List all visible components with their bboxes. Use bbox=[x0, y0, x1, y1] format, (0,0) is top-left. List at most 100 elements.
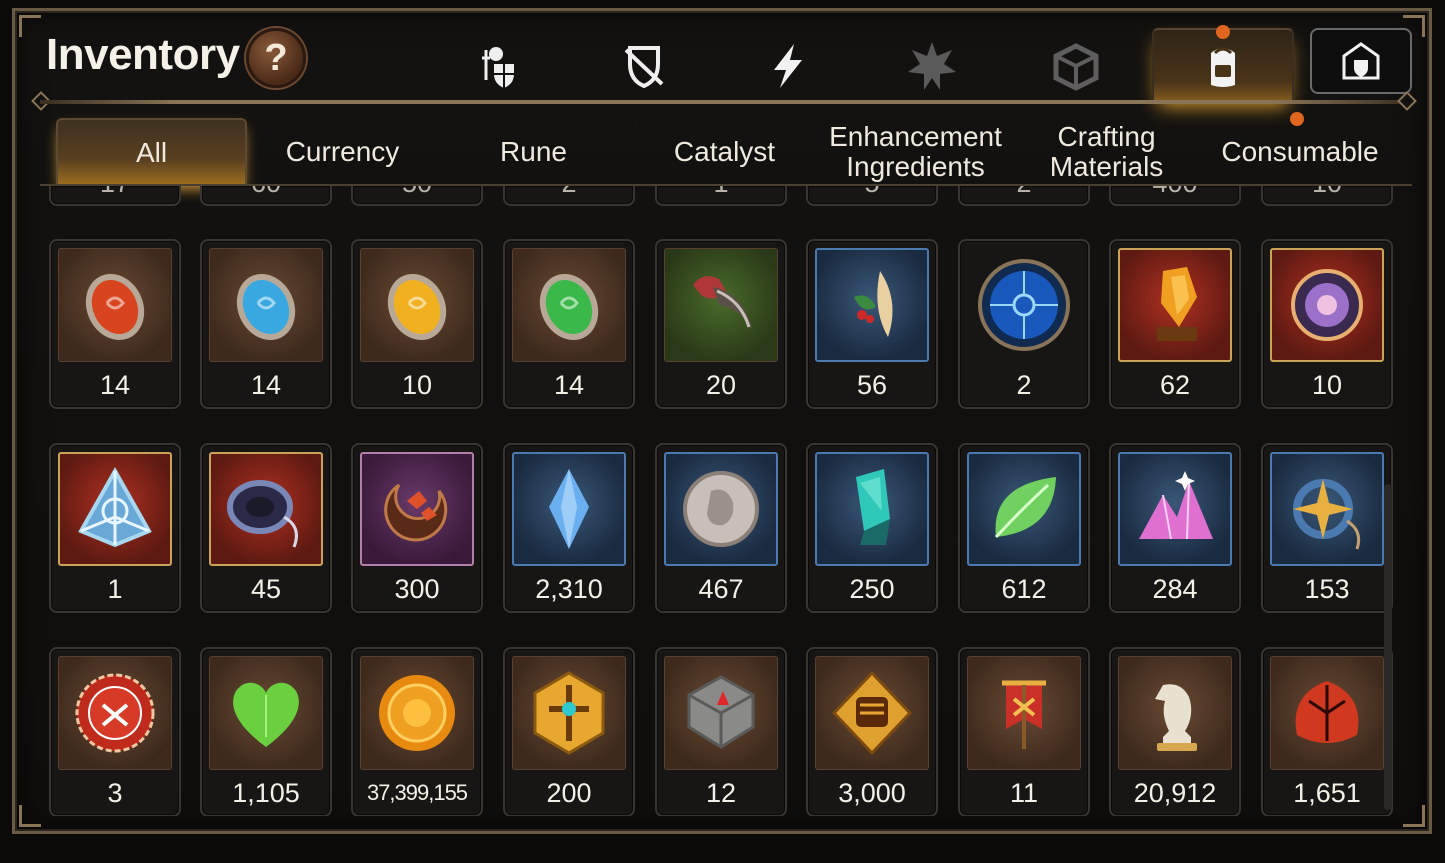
purple-orb-icon bbox=[1291, 269, 1363, 341]
item-quantity: 11 bbox=[1009, 778, 1039, 808]
inventory-slot[interactable]: 45 bbox=[200, 443, 332, 613]
item-quantity: 14 bbox=[553, 370, 585, 400]
item-art bbox=[664, 656, 778, 770]
tab-castle[interactable] bbox=[1310, 28, 1412, 94]
inventory-slot[interactable]: 467 bbox=[655, 443, 787, 613]
item-quantity: 50 bbox=[353, 186, 481, 199]
item-art bbox=[1118, 452, 1232, 566]
inventory-slot[interactable]: 3 bbox=[49, 647, 181, 816]
inventory-slot[interactable]: 50 bbox=[351, 186, 483, 206]
inventory-slot[interactable]: 5 bbox=[806, 186, 938, 206]
inventory-slot[interactable]: 2 bbox=[503, 186, 635, 206]
inventory-slot[interactable]: 62 bbox=[1109, 239, 1241, 409]
tab-emblems[interactable] bbox=[862, 28, 1002, 104]
item-quantity: 10 bbox=[401, 370, 433, 400]
item-art bbox=[512, 248, 626, 362]
item-quantity: 37,399,155 bbox=[366, 780, 468, 805]
item-art bbox=[58, 248, 172, 362]
tab-boxes[interactable] bbox=[1006, 28, 1146, 104]
tab-inventory[interactable] bbox=[1152, 28, 1294, 104]
cube-icon bbox=[1053, 43, 1099, 91]
item-quantity: 5 bbox=[808, 186, 936, 199]
inventory-slot[interactable]: 284 bbox=[1109, 443, 1241, 613]
subtab-currency[interactable]: Currency bbox=[247, 118, 438, 186]
inventory-slot[interactable]: 250 bbox=[806, 443, 938, 613]
inventory-slot[interactable]: 12 bbox=[655, 647, 787, 816]
tab-gear[interactable] bbox=[574, 28, 714, 104]
item-art bbox=[1270, 656, 1384, 770]
amber-crystal-icon bbox=[1157, 267, 1197, 341]
inventory-slot[interactable]: 200 bbox=[503, 647, 635, 816]
item-quantity: 14 bbox=[99, 370, 131, 400]
inventory-slot[interactable]: 37,399,155 bbox=[351, 647, 483, 816]
subtab-catalyst[interactable]: Catalyst bbox=[629, 118, 820, 186]
star-amulet-icon bbox=[1293, 479, 1361, 550]
item-art bbox=[1118, 248, 1232, 362]
inventory-slot[interactable]: 14 bbox=[200, 239, 332, 409]
item-quantity: 1,651 bbox=[1293, 778, 1361, 808]
inventory-slot[interactable]: 1,105 bbox=[200, 647, 332, 816]
inventory-slot[interactable]: 20,912 bbox=[1109, 647, 1241, 816]
item-quantity: 45 bbox=[250, 574, 282, 604]
item-art bbox=[967, 248, 1081, 362]
subtab-consumable[interactable]: Consumable bbox=[1202, 118, 1398, 186]
tab-skills[interactable] bbox=[718, 28, 858, 104]
inventory-slot[interactable]: 300 bbox=[351, 443, 483, 613]
crystal-pyramid-icon bbox=[78, 466, 152, 548]
help-button[interactable]: ? bbox=[246, 28, 306, 88]
green-heart-icon bbox=[233, 682, 299, 747]
item-quantity: 612 bbox=[1001, 574, 1047, 604]
inventory-slot[interactable]: 14 bbox=[49, 239, 181, 409]
item-grid[interactable]: 17 60 50 2 1 5 2 400 10 14 14 10 14 20 56 2 62 10 1 45 300 2,… bbox=[40, 186, 1400, 816]
subtab-all[interactable]: All bbox=[56, 118, 247, 186]
inventory-slot[interactable]: 2 bbox=[958, 186, 1090, 206]
item-quantity: 400 bbox=[1111, 186, 1239, 199]
item-quantity: 12 bbox=[705, 778, 737, 808]
inventory-slot[interactable]: 400 bbox=[1109, 186, 1241, 206]
inventory-slot[interactable]: 612 bbox=[958, 443, 1090, 613]
flame-crescent-icon bbox=[384, 483, 448, 542]
inventory-slot[interactable]: 2 bbox=[958, 239, 1090, 409]
item-quantity: 153 bbox=[1304, 574, 1350, 604]
pink-crystal-cluster-icon bbox=[1139, 471, 1213, 540]
lightning-icon bbox=[774, 44, 802, 88]
divider bbox=[40, 100, 1412, 104]
item-quantity: 200 bbox=[546, 778, 592, 808]
teal-crystal-icon bbox=[856, 469, 890, 545]
inventory-slot[interactable]: 1 bbox=[49, 443, 181, 613]
item-art bbox=[209, 248, 323, 362]
inventory-slot[interactable]: 60 bbox=[200, 186, 332, 206]
inventory-slot[interactable]: 56 bbox=[806, 239, 938, 409]
item-art bbox=[815, 248, 929, 362]
inventory-slot[interactable]: 14 bbox=[503, 239, 635, 409]
inventory-slot[interactable]: 10 bbox=[1261, 239, 1393, 409]
broken-shield-icon bbox=[624, 46, 664, 89]
inventory-slot[interactable]: 3,000 bbox=[806, 647, 938, 816]
item-quantity: 467 bbox=[698, 574, 744, 604]
inventory-slot[interactable]: 11 bbox=[958, 647, 1090, 816]
inventory-slot[interactable]: 2,310 bbox=[503, 443, 635, 613]
item-quantity: 20 bbox=[705, 370, 737, 400]
inventory-slot[interactable]: 10 bbox=[1261, 186, 1393, 206]
feather-herb-icon bbox=[854, 271, 893, 337]
item-art bbox=[58, 656, 172, 770]
subtab-crafting-materials[interactable]: Crafting Materials bbox=[1011, 118, 1202, 186]
inventory-slot[interactable]: 17 bbox=[49, 186, 181, 206]
inventory-slot[interactable]: 153 bbox=[1261, 443, 1393, 613]
red-seal-badge-icon bbox=[75, 673, 155, 753]
item-quantity: 56 bbox=[856, 370, 888, 400]
tab-equipment[interactable] bbox=[430, 28, 570, 104]
green-leaf-icon bbox=[994, 477, 1056, 539]
subtab-rune[interactable]: Rune bbox=[438, 118, 629, 186]
inventory-slot[interactable]: 1 bbox=[655, 186, 787, 206]
scrollbar[interactable] bbox=[1384, 484, 1392, 810]
inventory-slot[interactable]: 20 bbox=[655, 239, 787, 409]
subtab-enhancement-ingredients[interactable]: Enhancement Ingredients bbox=[820, 118, 1011, 186]
inventory-slot[interactable]: 1,651 bbox=[1261, 647, 1393, 816]
item-art bbox=[1270, 452, 1384, 566]
frame-corner bbox=[19, 805, 41, 827]
inventory-slot[interactable]: 10 bbox=[351, 239, 483, 409]
item-quantity: 1 bbox=[107, 574, 123, 604]
notification-dot bbox=[1290, 112, 1304, 126]
burst-emblem-icon bbox=[908, 42, 956, 90]
